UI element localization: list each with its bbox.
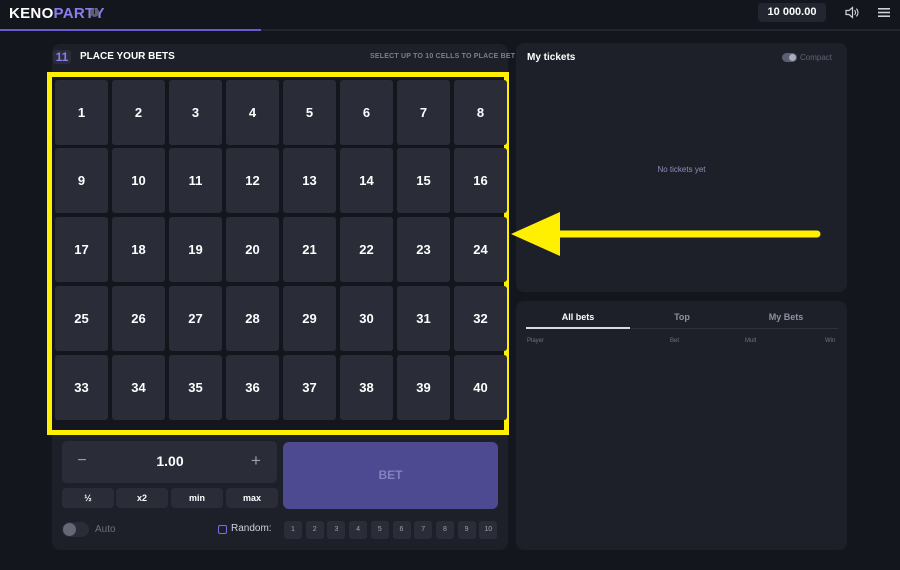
random-count-button[interactable]: 1 — [284, 521, 302, 539]
random-count-button[interactable]: 5 — [370, 521, 389, 539]
auto-label: Auto — [95, 524, 116, 535]
active-tab-indicator — [526, 327, 630, 329]
random-count-button[interactable]: 10 — [479, 521, 498, 539]
number-cell[interactable]: 38 — [340, 355, 393, 420]
tab-top[interactable]: Top — [630, 312, 734, 322]
bets-history-panel — [516, 301, 847, 550]
number-cell[interactable]: 28 — [226, 286, 279, 351]
hamburger-menu-icon[interactable] — [878, 7, 890, 18]
min-button[interactable]: min — [171, 488, 223, 508]
random-label: Random: — [231, 523, 272, 534]
tab-all-bets[interactable]: All bets — [526, 312, 630, 322]
random-count-button[interactable]: 9 — [457, 521, 476, 539]
number-cell[interactable]: 31 — [397, 286, 450, 351]
round-progress-bar — [0, 29, 261, 31]
random-count-button[interactable]: 3 — [327, 521, 346, 539]
compact-label: Compact — [800, 53, 833, 62]
number-cell[interactable]: 22 — [340, 217, 393, 282]
number-cell[interactable]: 21 — [283, 217, 336, 282]
max-picks-badge: 11 — [53, 50, 71, 64]
column-header-player: Player — [527, 338, 545, 344]
number-grid-highlight: 1 2 3 4 5 6 7 8 9 10 11 12 13 14 15 16 17 18 19 20 21 22 23 24 2… — [47, 72, 509, 435]
random-count-button[interactable]: 2 — [305, 521, 324, 539]
number-cell[interactable]: 26 — [112, 286, 165, 351]
random-count-button[interactable]: 8 — [435, 521, 454, 539]
increase-amount-button[interactable]: + — [249, 452, 263, 470]
number-cell[interactable]: 3 — [169, 80, 222, 145]
number-cell[interactable]: 10 — [112, 148, 165, 213]
number-cell[interactable]: 8 — [454, 80, 507, 145]
number-cell[interactable]: 1 — [55, 80, 108, 145]
number-cell[interactable]: 29 — [283, 286, 336, 351]
decrease-amount-button[interactable]: − — [76, 452, 88, 470]
number-cell[interactable]: 17 — [55, 217, 108, 282]
number-cell[interactable]: 16 — [454, 148, 507, 213]
tab-my-bets[interactable]: My Bets — [734, 312, 838, 322]
number-cell[interactable]: 36 — [226, 355, 279, 420]
select-hint: SELECT UP TO 10 CELLS TO PLACE BET — [370, 53, 516, 60]
my-tickets-title: My tickets — [527, 52, 576, 63]
number-cell[interactable]: 15 — [397, 148, 450, 213]
number-cell[interactable]: 39 — [397, 355, 450, 420]
number-cell[interactable]: 30 — [340, 286, 393, 351]
number-cell[interactable]: 35 — [169, 355, 222, 420]
random-count-button[interactable]: 7 — [414, 521, 433, 539]
number-cell[interactable]: 6 — [340, 80, 393, 145]
number-cell[interactable]: 4 — [226, 80, 279, 145]
number-cell[interactable]: 33 — [55, 355, 108, 420]
number-cell[interactable]: 12 — [226, 148, 279, 213]
column-header-win: Win — [825, 338, 836, 344]
number-cell[interactable]: 14 — [340, 148, 393, 213]
number-cell[interactable]: 25 — [55, 286, 108, 351]
column-header-mult: Mult — [745, 338, 757, 344]
number-cell[interactable]: 7 — [397, 80, 450, 145]
number-cell[interactable]: 37 — [283, 355, 336, 420]
info-icon[interactable]: i — [90, 8, 99, 17]
random-count-button[interactable]: 4 — [349, 521, 368, 539]
max-button[interactable]: max — [226, 488, 278, 508]
random-checkbox[interactable] — [218, 525, 227, 534]
number-cell[interactable]: 27 — [169, 286, 222, 351]
number-cell[interactable]: 24 — [454, 217, 507, 282]
tab-divider — [630, 328, 838, 329]
double-button[interactable]: x2 — [116, 488, 168, 508]
speaker-icon[interactable] — [845, 6, 859, 19]
number-cell[interactable]: 19 — [169, 217, 222, 282]
no-tickets-message: No tickets yet — [657, 165, 706, 174]
half-button[interactable]: ½ — [62, 488, 114, 508]
number-cell[interactable]: 11 — [169, 148, 222, 213]
compact-toggle-knob — [789, 54, 796, 61]
balance-display: 10 000.00 — [758, 3, 826, 22]
number-cell[interactable]: 40 — [454, 355, 507, 420]
number-cell[interactable]: 32 — [454, 286, 507, 351]
number-cell[interactable]: 13 — [283, 148, 336, 213]
number-cell[interactable]: 2 — [112, 80, 165, 145]
number-cell[interactable]: 18 — [112, 217, 165, 282]
number-cell[interactable]: 5 — [283, 80, 336, 145]
auto-toggle-knob — [63, 523, 76, 536]
number-cell[interactable]: 34 — [112, 355, 165, 420]
bet-button[interactable]: BET — [283, 442, 498, 509]
number-cell[interactable]: 23 — [397, 217, 450, 282]
number-cell[interactable]: 20 — [226, 217, 279, 282]
bet-amount-value[interactable]: 1.00 — [140, 453, 200, 469]
column-header-bet: Bet — [670, 338, 680, 344]
random-count-button[interactable]: 6 — [392, 521, 411, 539]
number-cell[interactable]: 9 — [55, 148, 108, 213]
place-bets-title: PLACE YOUR BETS — [80, 51, 175, 62]
